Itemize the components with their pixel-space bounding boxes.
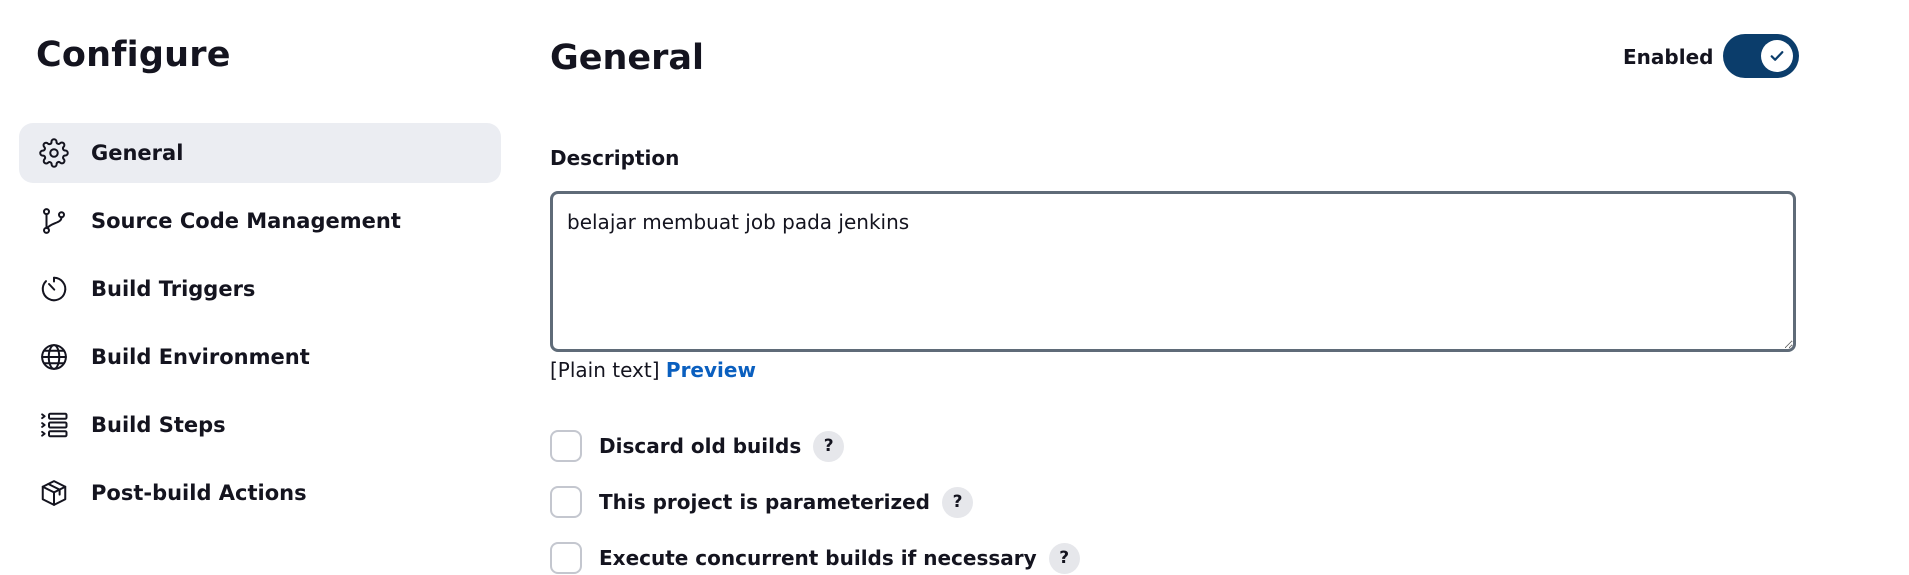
gear-icon bbox=[39, 138, 69, 168]
discard-old-builds-checkbox[interactable] bbox=[550, 430, 582, 462]
enabled-label: Enabled bbox=[1623, 45, 1714, 69]
description-format: [Plain text] Preview bbox=[550, 356, 756, 384]
sidebar-item-label: Build Triggers bbox=[91, 277, 256, 301]
git-branch-icon bbox=[39, 206, 69, 236]
sidebar-item-build-steps[interactable]: Build Steps bbox=[19, 395, 501, 455]
sidebar-item-label: Build Environment bbox=[91, 345, 310, 369]
parameterized-checkbox[interactable] bbox=[550, 486, 582, 518]
timer-icon bbox=[39, 274, 69, 304]
help-icon[interactable]: ? bbox=[1048, 542, 1080, 574]
section-title: General bbox=[550, 38, 704, 78]
sidebar-item-general[interactable]: General bbox=[19, 123, 501, 183]
sidebar-item-label: Post-build Actions bbox=[91, 481, 307, 505]
sidebar-item-label: Build Steps bbox=[91, 413, 226, 437]
option-label: Execute concurrent builds if necessary bbox=[599, 546, 1037, 570]
sidebar-item-post-build-actions[interactable]: Post-build Actions bbox=[19, 463, 501, 523]
list-steps-icon bbox=[39, 410, 69, 440]
option-concurrent-builds: Execute concurrent builds if necessary ? bbox=[550, 541, 1080, 575]
enabled-toggle[interactable] bbox=[1723, 34, 1799, 78]
help-icon[interactable]: ? bbox=[813, 430, 845, 462]
sidebar-item-build-environment[interactable]: Build Environment bbox=[19, 327, 501, 387]
option-parameterized: This project is parameterized ? bbox=[550, 485, 973, 519]
package-icon bbox=[39, 478, 69, 508]
preview-link[interactable]: Preview bbox=[666, 358, 756, 382]
globe-icon bbox=[39, 342, 69, 372]
sidebar-item-source-code-management[interactable]: Source Code Management bbox=[19, 191, 501, 251]
sidebar-item-label: Source Code Management bbox=[91, 209, 401, 233]
page-title: Configure bbox=[36, 35, 231, 75]
help-icon[interactable]: ? bbox=[942, 486, 973, 518]
description-label: Description bbox=[550, 146, 680, 170]
sidebar-item-label: General bbox=[91, 141, 184, 165]
check-icon bbox=[1761, 40, 1793, 72]
option-discard-old-builds: Discard old builds ? bbox=[550, 429, 845, 463]
concurrent-builds-checkbox[interactable] bbox=[550, 542, 582, 574]
option-label: This project is parameterized bbox=[599, 490, 930, 514]
sidebar-item-build-triggers[interactable]: Build Triggers bbox=[19, 259, 501, 319]
description-textarea[interactable]: belajar membuat job pada jenkins bbox=[550, 191, 1796, 352]
format-prefix: [Plain text] bbox=[550, 358, 660, 382]
option-label: Discard old builds bbox=[599, 434, 802, 458]
sidebar-nav: General Source Code Management Build Tri… bbox=[19, 123, 501, 531]
